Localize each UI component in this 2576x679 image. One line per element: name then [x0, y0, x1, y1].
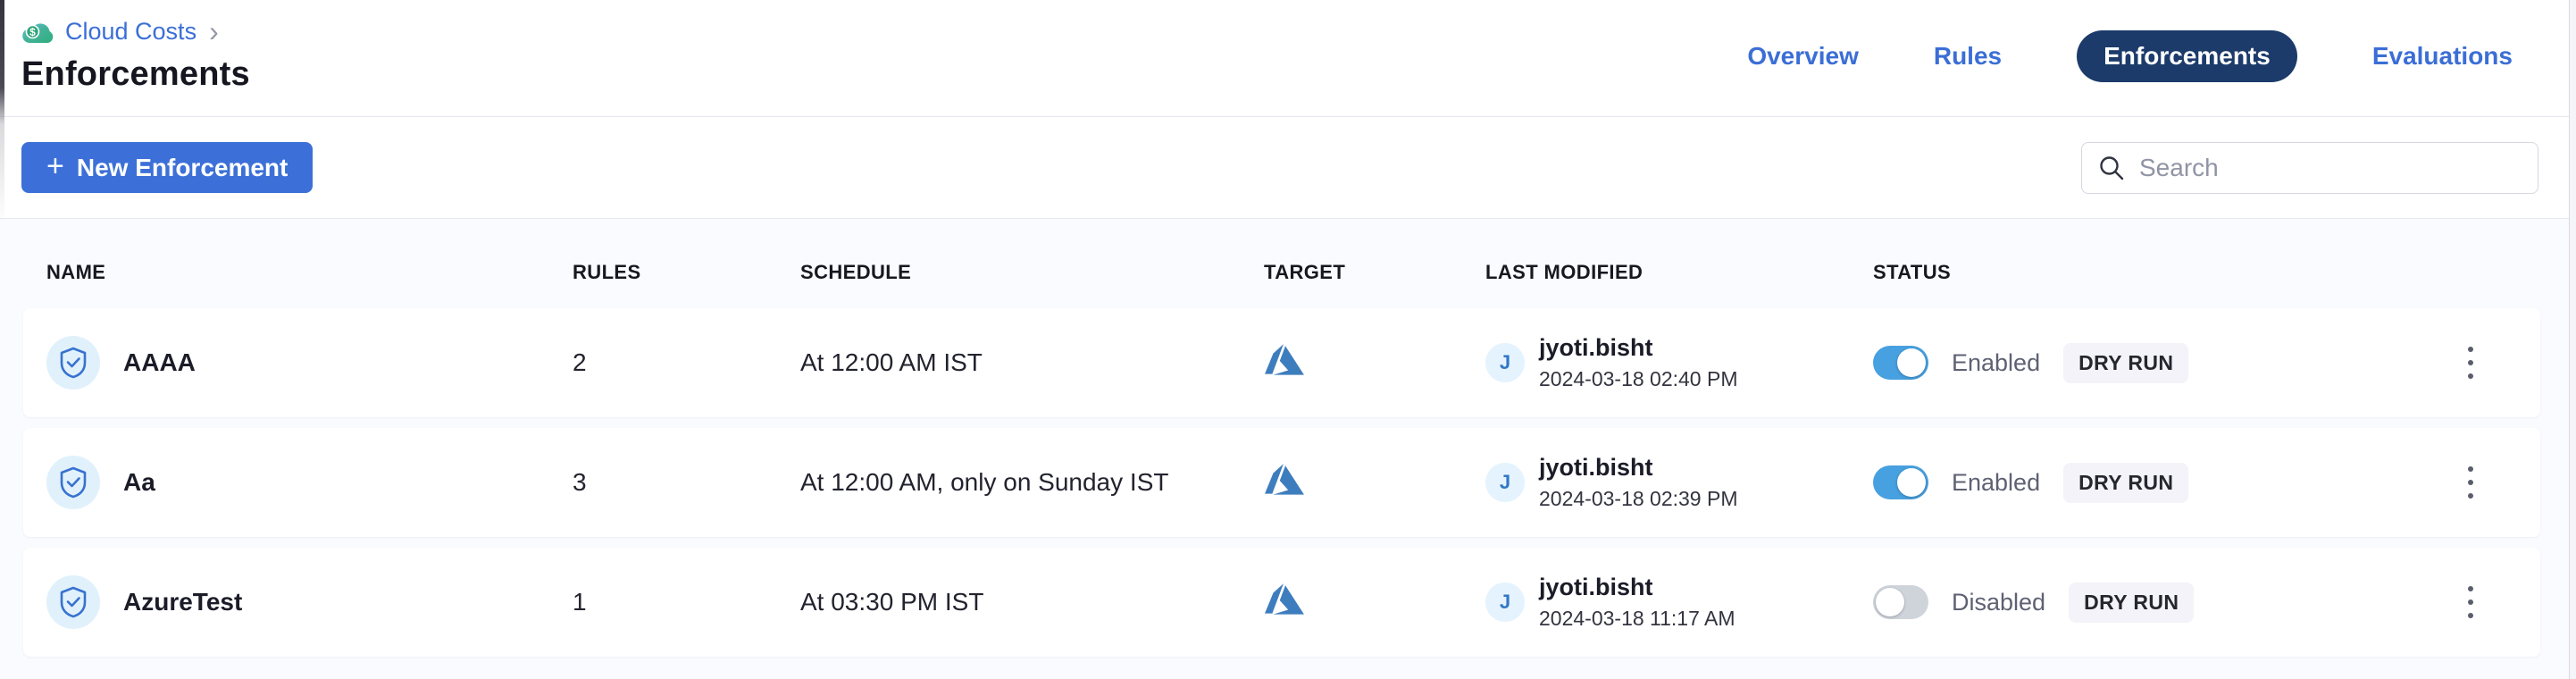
table-row[interactable]: Aa 3 At 12:00 AM, only on Sunday IST J j…	[23, 428, 2540, 537]
enforcements-table: NAME RULES SCHEDULE TARGET LAST MODIFIED…	[0, 219, 2576, 679]
header-status: STATUS	[1873, 261, 2433, 284]
left-nav-edge-fade	[0, 125, 4, 223]
status-toggle[interactable]	[1873, 346, 1928, 380]
row-menu-kebab-icon[interactable]	[2449, 336, 2492, 390]
search-input[interactable]	[2139, 154, 2522, 182]
shield-check-icon	[58, 586, 88, 618]
cloud-costs-icon: $	[21, 19, 54, 45]
scrollbar-gutter[interactable]	[2569, 0, 2576, 679]
new-enforcement-button-label: New Enforcement	[77, 154, 289, 182]
tab-enforcements[interactable]: Enforcements	[2077, 30, 2297, 82]
status-label: Disabled	[1952, 589, 2045, 616]
tab-rules[interactable]: Rules	[1934, 42, 2002, 71]
schedule-text: At 12:00 AM IST	[800, 348, 1264, 377]
shield-check-icon	[58, 466, 88, 499]
modified-timestamp: 2024-03-18 02:39 PM	[1539, 487, 1738, 511]
enforcement-name: AzureTest	[123, 588, 242, 616]
svg-text:$: $	[29, 26, 36, 38]
enforcement-icon-circle	[46, 575, 100, 629]
avatar: J	[1485, 463, 1525, 502]
header-rules: RULES	[573, 261, 800, 284]
header-last-modified: LAST MODIFIED	[1485, 261, 1873, 284]
table-body: AAAA 2 At 12:00 AM IST J jyoti.bisht 202…	[23, 308, 2540, 657]
azure-target-icon	[1264, 583, 1305, 618]
rules-count: 2	[573, 348, 800, 377]
avatar: J	[1485, 583, 1525, 622]
left-nav-edge	[0, 0, 4, 125]
schedule-text: At 12:00 AM, only on Sunday IST	[800, 468, 1264, 497]
chevron-right-icon: ›	[207, 20, 219, 43]
status-toggle[interactable]	[1873, 585, 1928, 619]
enforcement-icon-circle	[46, 336, 100, 390]
modified-by-user: jyoti.bisht	[1539, 574, 1735, 601]
toolbar: + New Enforcement	[0, 117, 2576, 219]
modified-by-user: jyoti.bisht	[1539, 454, 1738, 482]
enforcement-name: Aa	[123, 468, 155, 497]
dry-run-badge: DRY RUN	[2069, 583, 2194, 623]
header-name: NAME	[46, 261, 573, 284]
schedule-text: At 03:30 PM IST	[800, 588, 1264, 616]
page-header: $ Cloud Costs › Enforcements Overview Ru…	[0, 0, 2576, 117]
rules-count: 1	[573, 588, 800, 616]
header-schedule: SCHEDULE	[800, 261, 1264, 284]
azure-target-icon	[1264, 343, 1305, 379]
rules-count: 3	[573, 468, 800, 497]
status-label: Enabled	[1952, 349, 2040, 377]
modified-timestamp: 2024-03-18 11:17 AM	[1539, 607, 1735, 631]
dry-run-badge: DRY RUN	[2063, 463, 2188, 503]
tab-bar: Overview Rules Enforcements Evaluations	[1747, 31, 2513, 81]
table-header-row: NAME RULES SCHEDULE TARGET LAST MODIFIED…	[23, 255, 2540, 290]
table-row[interactable]: AAAA 2 At 12:00 AM IST J jyoti.bisht 202…	[23, 308, 2540, 417]
azure-target-icon	[1264, 463, 1305, 499]
tab-overview[interactable]: Overview	[1747, 42, 1859, 71]
plus-icon: +	[46, 151, 64, 181]
tab-evaluations[interactable]: Evaluations	[2372, 42, 2513, 71]
header-target: TARGET	[1264, 261, 1485, 284]
enforcement-icon-circle	[46, 456, 100, 509]
search-icon	[2098, 155, 2125, 181]
search-box[interactable]	[2081, 142, 2538, 194]
breadcrumb-cloud-costs-link[interactable]: Cloud Costs	[65, 18, 197, 46]
new-enforcement-button[interactable]: + New Enforcement	[21, 142, 313, 193]
row-menu-kebab-icon[interactable]	[2449, 456, 2492, 509]
modified-by-user: jyoti.bisht	[1539, 334, 1738, 362]
row-menu-kebab-icon[interactable]	[2449, 575, 2492, 629]
dry-run-badge: DRY RUN	[2063, 343, 2188, 383]
enforcement-name: AAAA	[123, 348, 196, 377]
shield-check-icon	[58, 347, 88, 379]
table-row[interactable]: AzureTest 1 At 03:30 PM IST J jyoti.bish…	[23, 548, 2540, 657]
modified-timestamp: 2024-03-18 02:40 PM	[1539, 367, 1738, 391]
avatar: J	[1485, 343, 1525, 382]
status-label: Enabled	[1952, 469, 2040, 497]
status-toggle[interactable]	[1873, 465, 1928, 499]
